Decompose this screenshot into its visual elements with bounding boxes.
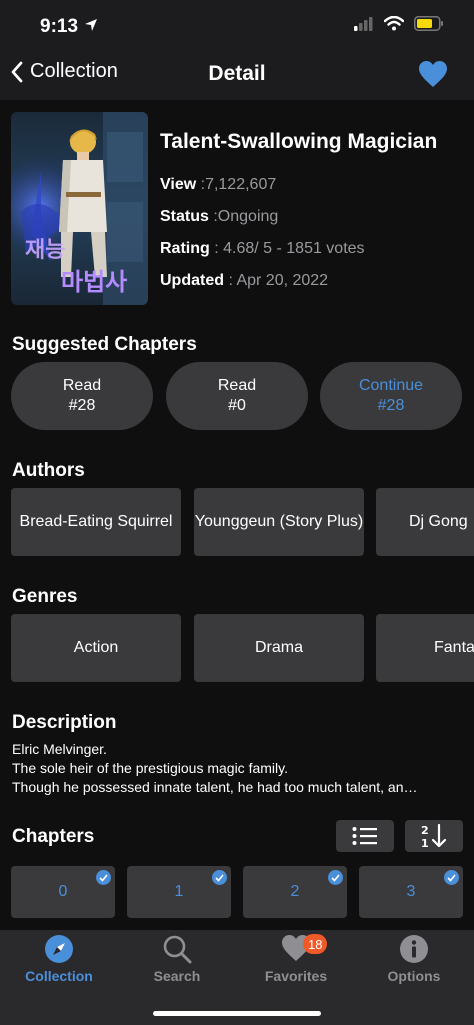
genres-list[interactable]: Action Drama Fantasy <box>0 614 474 684</box>
info-icon <box>400 935 428 963</box>
description-line: The sole heir of the prestigious magic f… <box>12 760 288 776</box>
svg-text:재능: 재능 <box>25 238 65 263</box>
location-arrow-icon <box>85 19 97 31</box>
battery-icon <box>414 16 443 31</box>
home-indicator <box>153 1011 321 1016</box>
chapter-number: 3 <box>406 883 416 900</box>
svg-text:1: 1 <box>421 837 429 849</box>
genres-title: Genres <box>12 586 78 607</box>
genre-chip[interactable]: Action <box>11 614 181 682</box>
chapters-title: Chapters <box>12 826 95 847</box>
heart-icon <box>419 61 447 87</box>
status-time: 9:13 <box>40 16 79 37</box>
cellular-signal-icon <box>354 16 373 31</box>
chapter-number: 1 <box>174 883 184 900</box>
list-view-button[interactable] <box>336 820 394 852</box>
authors-list[interactable]: Bread-Eating Squirrel Younggeun (Story P… <box>0 488 474 558</box>
chapter-tile-1[interactable]: 1 <box>127 866 231 918</box>
checkmark-icon <box>328 870 343 885</box>
tab-collection[interactable]: Collection <box>0 934 118 994</box>
author-chip[interactable]: Bread-Eating Squirrel <box>11 488 181 556</box>
tab-options[interactable]: Options <box>355 934 473 994</box>
search-icon <box>163 935 192 964</box>
author-chip[interactable]: Dj Gong <box>376 488 474 556</box>
back-button[interactable]: Collection <box>10 60 118 83</box>
sort-button[interactable]: 2 1 <box>405 820 463 852</box>
chapter-tile-3[interactable]: 3 <box>359 866 463 918</box>
svg-text:마법사: 마법사 <box>61 268 127 296</box>
read-chapter-0-button[interactable]: Read #0 <box>166 362 308 430</box>
favorites-badge: 18 <box>303 934 328 954</box>
detail-content[interactable]: 재능 마법사 Talent-Swallowing Magician View :… <box>0 100 474 930</box>
continue-chapter-28-button[interactable]: Continue #28 <box>320 362 462 430</box>
chapter-number: 2 <box>290 883 300 900</box>
wifi-icon <box>384 16 404 31</box>
checkmark-icon <box>212 870 227 885</box>
chevron-left-icon <box>11 61 23 82</box>
status: Status :Ongoing <box>160 208 279 225</box>
navigation-bar: Collection Detail <box>0 52 474 100</box>
sort-descending-icon: 2 1 <box>421 823 447 849</box>
authors-title: Authors <box>12 460 85 481</box>
chapter-tile-2[interactable]: 2 <box>243 866 347 918</box>
chapter-tile-0[interactable]: 0 <box>11 866 115 918</box>
updated-date: Updated : Apr 20, 2022 <box>160 272 329 289</box>
favorite-button[interactable] <box>418 60 448 93</box>
status-bar: 9:13 <box>0 0 474 52</box>
tab-label: Options <box>387 968 441 984</box>
description-line: Elric Melvinger. <box>12 741 107 757</box>
description-title: Description <box>12 712 117 733</box>
chapter-number: 0 <box>58 883 68 900</box>
checkmark-icon <box>96 870 111 885</box>
author-chip[interactable]: Younggeun (Story Plus) <box>194 488 364 556</box>
view-count: View :7,122,607 <box>160 176 277 193</box>
checkmark-icon <box>444 870 459 885</box>
genre-chip[interactable]: Fantasy <box>376 614 474 682</box>
list-icon <box>352 827 377 845</box>
manga-info: Talent-Swallowing Magician View :7,122,6… <box>160 130 470 304</box>
manga-title: Talent-Swallowing Magician <box>160 130 438 153</box>
genre-chip[interactable]: Drama <box>194 614 364 682</box>
description-text[interactable]: Elric Melvinger. The sole heir of the pr… <box>12 740 464 797</box>
svg-text:2: 2 <box>421 824 429 837</box>
tab-label: Search <box>153 968 201 984</box>
suggested-chapters-title: Suggested Chapters <box>12 334 197 355</box>
back-button-label: Collection <box>30 60 118 82</box>
description-line: Though he possessed innate talent, he ha… <box>12 779 418 795</box>
compass-icon <box>45 935 73 963</box>
read-chapter-28-button[interactable]: Read #28 <box>11 362 153 430</box>
cover-image: 재능 마법사 <box>11 112 148 305</box>
tab-label: Collection <box>25 968 93 984</box>
tab-search[interactable]: Search <box>118 934 236 994</box>
tab-label: Favorites <box>264 968 328 984</box>
tab-favorites[interactable]: 18 Favorites <box>237 934 355 994</box>
rating: Rating : 4.68/ 5 - 1851 votes <box>160 240 365 257</box>
